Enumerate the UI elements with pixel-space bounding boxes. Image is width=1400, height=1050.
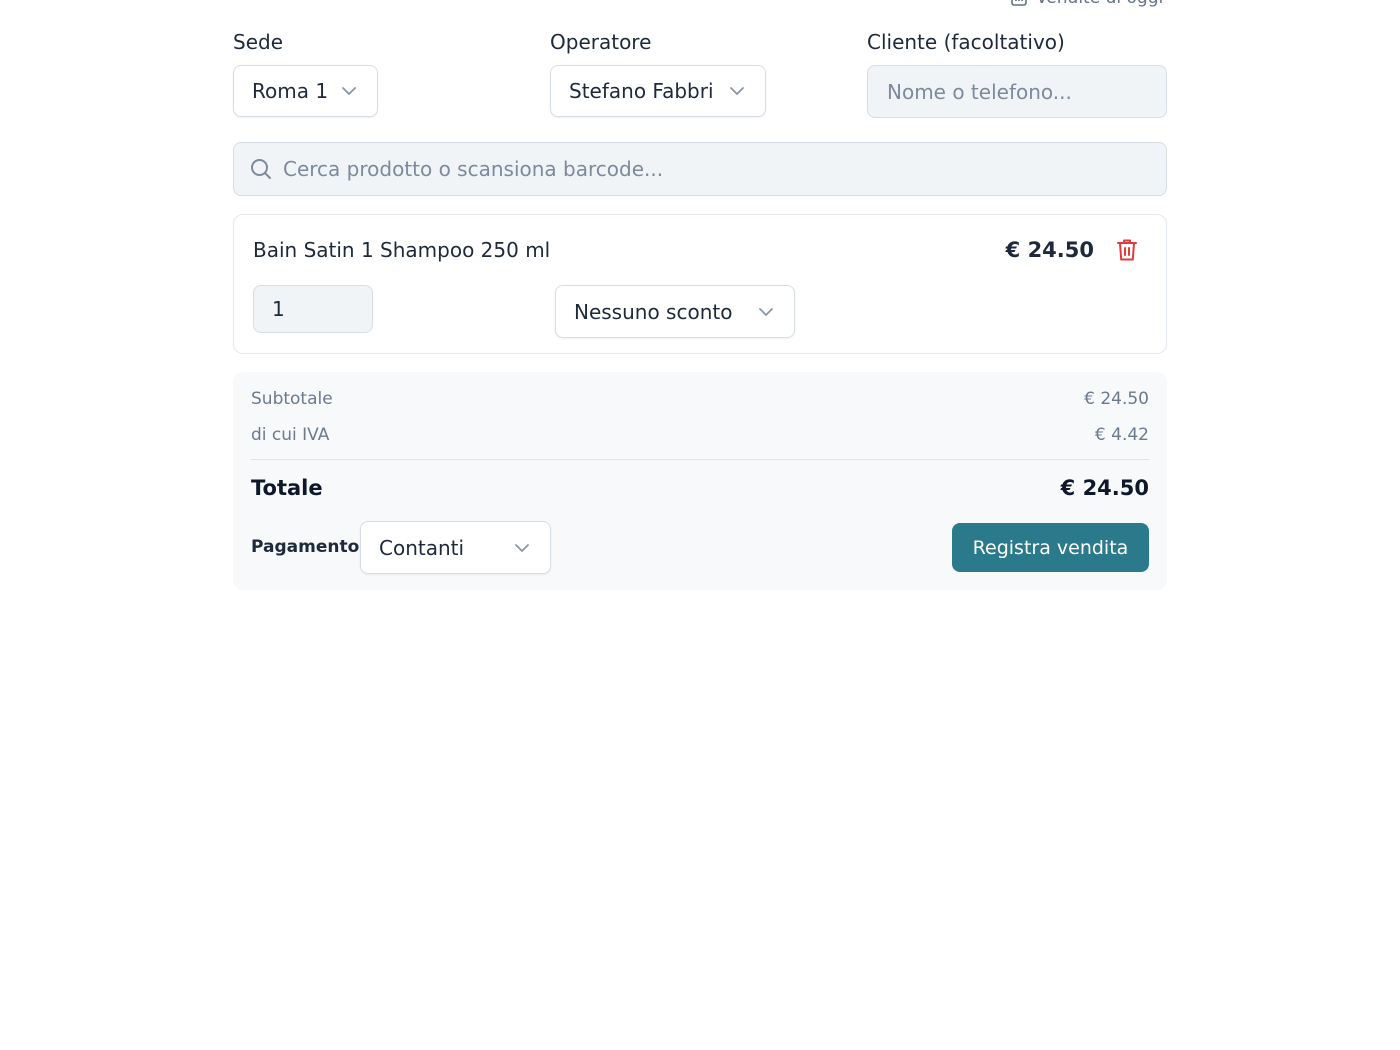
chevron-down-icon: [758, 307, 774, 317]
cliente-input[interactable]: [867, 65, 1167, 118]
total-label: Totale: [251, 476, 323, 500]
sede-label: Sede: [233, 30, 283, 54]
total-value: € 24.50: [1060, 476, 1149, 500]
sales-today-label: Vendite di oggi: [1036, 0, 1163, 8]
cliente-label: Cliente (facoltativo): [867, 30, 1065, 54]
sales-today-link[interactable]: Vendite di oggi: [1010, 0, 1163, 8]
operatore-label: Operatore: [550, 30, 652, 54]
iva-value: € 4.42: [1094, 425, 1149, 445]
cart-line-item: Bain Satin 1 Shampoo 250 ml € 24.50 Ness…: [233, 214, 1167, 354]
discount-select[interactable]: Nessuno sconto: [555, 285, 795, 338]
register-sale-button[interactable]: Registra vendita: [952, 523, 1149, 572]
product-search-input[interactable]: [233, 142, 1167, 196]
product-name: Bain Satin 1 Shampoo 250 ml: [253, 238, 551, 262]
line-price: € 24.50: [1005, 238, 1094, 262]
product-search: [233, 142, 1167, 196]
chevron-down-icon: [514, 543, 530, 553]
chevron-down-icon: [729, 86, 745, 96]
chart-icon: [1010, 0, 1028, 7]
operatore-value: Stefano Fabbri: [569, 79, 714, 103]
subtotal-label: Subtotale: [251, 389, 333, 409]
trash-icon: [1116, 238, 1138, 266]
quantity-input[interactable]: [253, 285, 373, 333]
summary-divider: [251, 459, 1149, 460]
sede-select[interactable]: Roma 1: [233, 65, 378, 117]
search-icon: [249, 157, 273, 181]
sede-value: Roma 1: [252, 79, 329, 103]
operatore-select[interactable]: Stefano Fabbri: [550, 65, 766, 117]
discount-value: Nessuno sconto: [574, 299, 733, 324]
chevron-down-icon: [341, 86, 357, 96]
payment-select[interactable]: Contanti: [360, 521, 551, 574]
order-summary: Subtotale € 24.50 di cui IVA € 4.42 Tota…: [233, 372, 1167, 590]
pos-page: Vendite di oggi Sede Roma 1 Operatore St…: [0, 0, 1400, 1050]
subtotal-value: € 24.50: [1084, 389, 1149, 409]
payment-label: Pagamento: [251, 537, 360, 557]
payment-value: Contanti: [379, 535, 465, 560]
remove-item-button[interactable]: [1114, 238, 1140, 266]
iva-label: di cui IVA: [251, 425, 330, 445]
